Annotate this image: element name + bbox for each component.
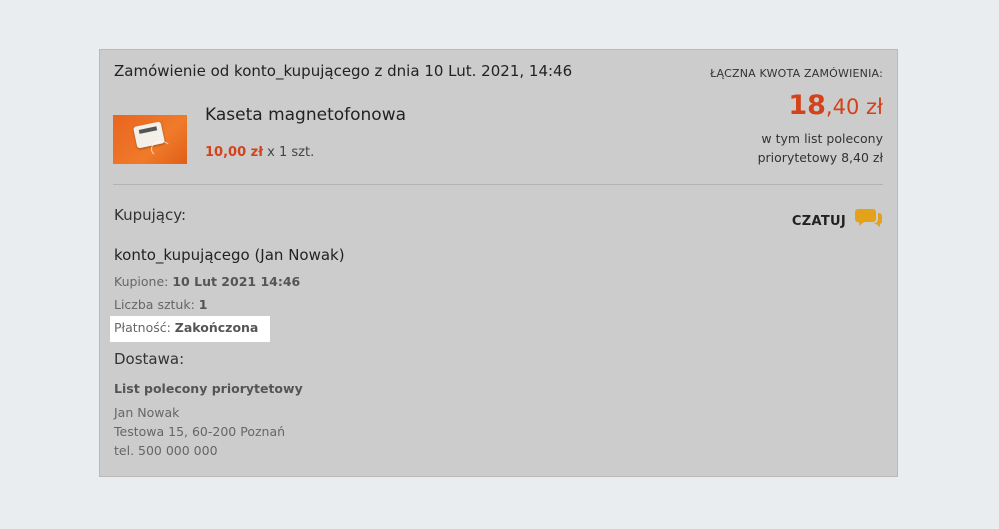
item-count: Liczba sztuk: 1 [114,297,207,312]
count-value: 1 [198,297,208,312]
order-total-int: 18 [788,90,826,121]
bought-date: Kupione: 10 Lut 2021 14:46 [114,274,300,289]
address-name: Jan Nowak [114,405,180,420]
address-street: Testowa 15, 60-200 Poznań [114,424,286,439]
order-card: Zamówienie od konto_kupującego z dnia 10… [99,49,898,477]
divider [113,184,883,185]
order-total-rest: ,40 zł [825,95,883,119]
count-label: Liczba sztuk: [114,297,199,312]
product-thumbnail[interactable] [113,115,187,164]
cassette-string-decor [151,141,171,157]
product-price: 10,00 zł [205,145,264,160]
payment-label: Płatność: [114,320,175,335]
order-total-label: ŁĄCZNA KWOTA ZAMÓWIENIA: [710,67,883,80]
shipping-heading: Dostawa: [114,350,185,368]
order-title: Zamówienie od konto_kupującego z dnia 10… [114,62,573,80]
chat-button[interactable]: CZATUJ [792,206,883,236]
chat-label: CZATUJ [791,213,846,229]
product-name[interactable]: Kaseta magnetofonowa [205,105,406,125]
payment-value: Zakończona [174,320,259,335]
shipping-method: List polecony priorytetowy [114,381,303,396]
bought-label: Kupione: [114,274,173,289]
address-phone: tel. 500 000 000 [114,443,218,458]
chat-bubbles-icon [854,205,883,237]
total-note-line2: priorytetowy 8,40 zł [757,150,883,165]
product-quantity: x 1 szt. [263,145,315,160]
buyer-name[interactable]: konto_kupującego (Jan Nowak) [114,246,345,264]
buyer-heading: Kupujący: [114,206,187,224]
bought-value: 10 Lut 2021 14:46 [172,274,301,289]
total-note-line1: w tym list polecony [761,131,883,146]
payment-status: Płatność: Zakończona [114,320,258,335]
order-total-amount: 18,40 zł [788,90,883,121]
product-price-line: 10,00 zł x 1 szt. [205,145,314,160]
order-total-note: w tym list polecony priorytetowy 8,40 zł [758,129,883,167]
